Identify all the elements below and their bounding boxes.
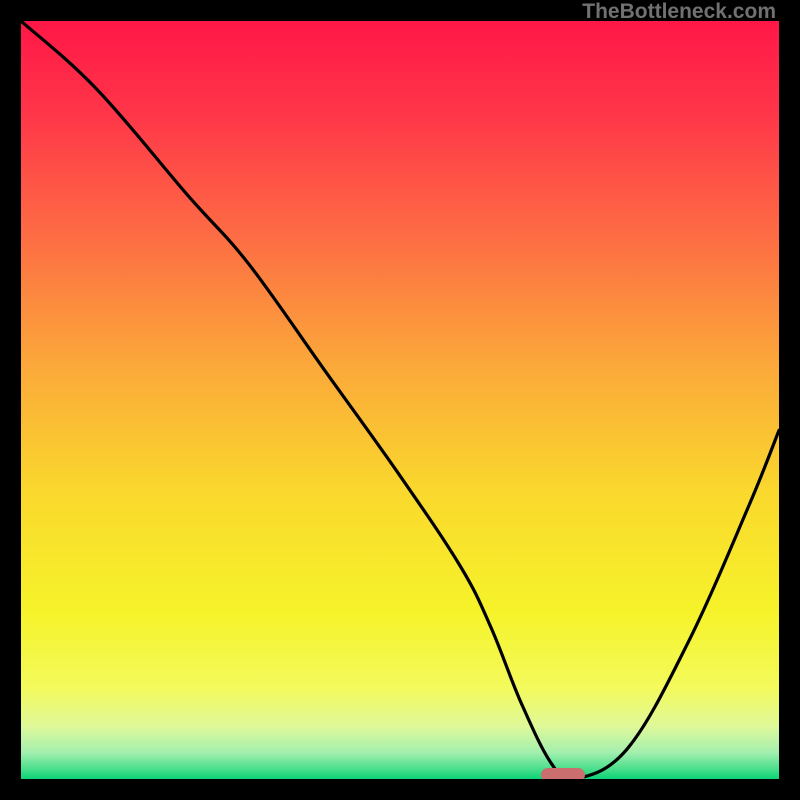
watermark-text: TheBottleneck.com [582,0,776,24]
optimal-marker [541,768,585,779]
chart-svg [21,21,779,779]
gradient-background [21,21,779,779]
plot-area [21,21,779,779]
chart-container: TheBottleneck.com [0,0,800,800]
